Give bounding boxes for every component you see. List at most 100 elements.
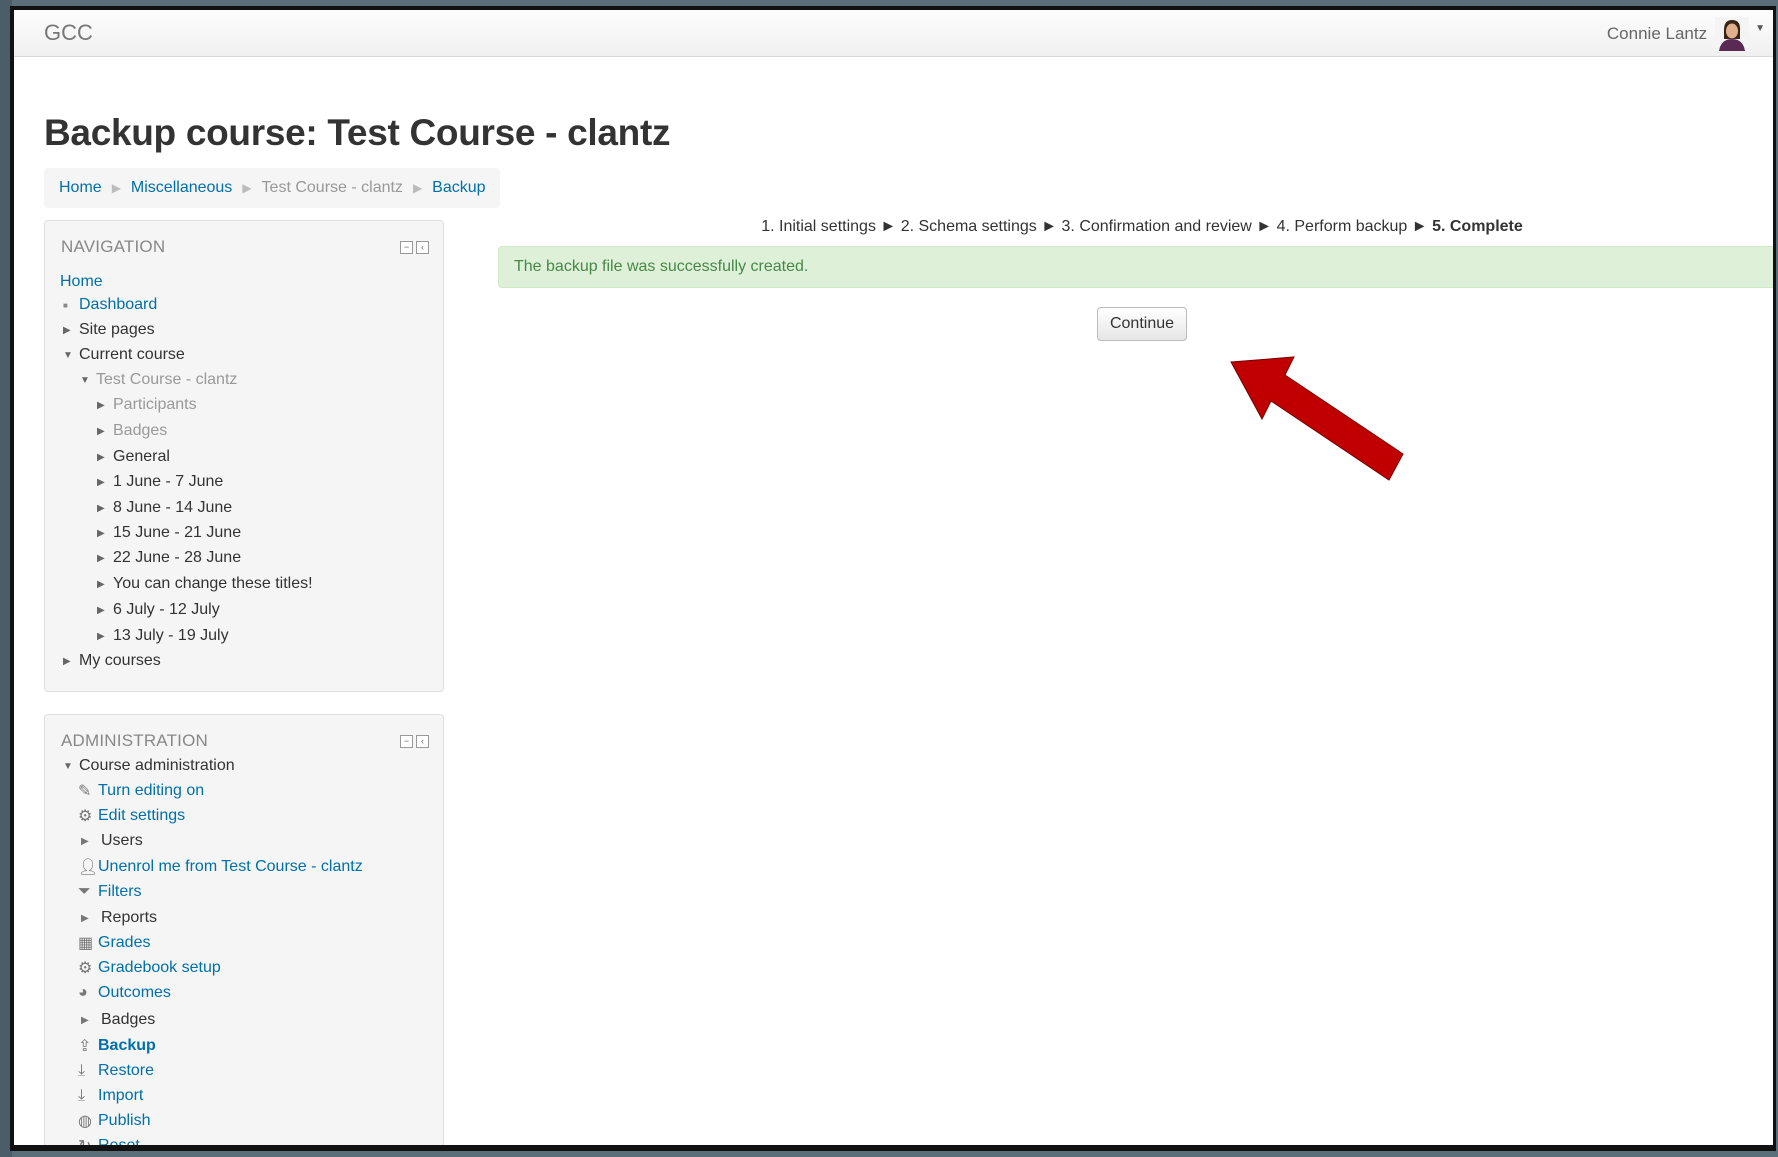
nav-item-label[interactable]: General [113,448,170,466]
expand-icon[interactable]: ▶ [97,528,113,539]
expand-icon[interactable]: ▶ [97,631,113,642]
admin-item-edit-settings[interactable]: ⚙ Edit settings [78,805,185,827]
admin-item-badges[interactable]: ▶ Badges [81,1009,155,1031]
admin-item-restore[interactable]: ⤓ Restore [78,1060,154,1082]
admin-item-label[interactable]: Badges [101,1011,155,1029]
chevron-down-icon[interactable]: ▼ [1755,23,1765,34]
admin-item-label[interactable]: Unenrol me from Test Course - clantz [98,858,363,876]
nav-item-week[interactable]: ▶ You can change these titles! [97,573,313,595]
admin-item-import[interactable]: ⤓ Import [78,1085,143,1107]
nav-item-badges[interactable]: ▶ Badges [97,420,167,442]
nav-item-my-courses[interactable]: ▶ My courses [63,650,161,672]
nav-item-current-course[interactable]: ▼ Current course [63,344,185,366]
admin-item-label[interactable]: Backup [98,1037,156,1055]
dock-icon[interactable]: ‹ [416,241,429,254]
nav-item-dashboard[interactable]: ■ Dashboard [63,294,157,316]
expand-icon[interactable]: ▶ [81,836,101,847]
admin-item-label[interactable]: Filters [98,883,142,901]
expand-icon[interactable]: ▶ [81,1015,101,1026]
admin-item-turn-editing[interactable]: ✎ Turn editing on [78,780,204,802]
nav-item-label[interactable]: 22 June - 28 June [113,549,241,567]
admin-item-label[interactable]: Outcomes [98,984,171,1002]
expand-icon[interactable]: ▶ [97,426,113,437]
avatar[interactable] [1715,17,1750,51]
admin-item-reports[interactable]: ▶ Reports [81,907,157,929]
collapse-tree-icon[interactable]: ▼ [63,350,79,361]
breadcrumb-course[interactable]: Test Course - clantz [262,179,403,197]
nav-item-label[interactable]: Test Course - clantz [96,371,237,389]
admin-item-label[interactable]: Publish [98,1112,150,1130]
admin-item-label[interactable]: Reports [101,909,157,927]
nav-item-week[interactable]: ▶ 13 July - 19 July [97,625,229,647]
breadcrumb-home[interactable]: Home [59,179,102,197]
expand-icon[interactable]: ▶ [97,400,113,411]
expand-icon[interactable]: ▶ [63,325,79,336]
admin-item-filters[interactable]: ⏷ Filters [78,881,142,903]
nav-item-label[interactable]: 1 June - 7 June [113,473,223,491]
nav-item-week[interactable]: ▶ 8 June - 14 June [97,497,232,519]
nav-item-label[interactable]: Site pages [79,321,155,339]
nav-item-label[interactable]: Dashboard [79,296,157,314]
nav-item-participants[interactable]: ▶ Participants [97,394,197,416]
nav-item-week[interactable]: ▶ 6 July - 12 July [97,599,220,621]
nav-item-week[interactable]: ▶ 15 June - 21 June [97,522,241,544]
nav-item-label[interactable]: My courses [79,652,161,670]
block-controls: − ‹ [400,241,429,254]
expand-icon[interactable]: ▶ [97,477,113,488]
admin-item-label[interactable]: Course administration [79,757,235,775]
nav-item-label[interactable]: Badges [113,422,167,440]
admin-item-publish[interactable]: ◍ Publish [78,1110,150,1132]
admin-item-label[interactable]: Restore [98,1062,154,1080]
admin-item-users[interactable]: ▶ Users [81,830,143,852]
gear-icon: ⚙ [78,808,93,825]
nav-item-label[interactable]: 15 June - 21 June [113,524,241,542]
expand-icon[interactable]: ▶ [81,913,101,924]
admin-item-backup[interactable]: ⇪ Backup [78,1035,156,1057]
admin-item-gradebook-setup[interactable]: ⚙ Gradebook setup [78,957,221,979]
user-name[interactable]: Connie Lantz [1607,24,1707,44]
nav-item-general[interactable]: ▶ General [97,446,170,468]
admin-item-label[interactable]: Reset [98,1137,140,1145]
site-brand[interactable]: GCC [44,20,93,46]
admin-item-label[interactable]: Users [101,832,143,850]
collapse-tree-icon[interactable]: ▼ [80,375,96,386]
nav-item-home[interactable]: Home [60,271,103,293]
admin-item-grades[interactable]: ▦ Grades [78,932,150,954]
nav-item-week[interactable]: ▶ 22 June - 28 June [97,547,241,569]
nav-item-label[interactable]: You can change these titles! [113,575,313,593]
nav-item-site-pages[interactable]: ▶ Site pages [63,319,155,341]
expand-icon[interactable]: ▶ [97,579,113,590]
admin-item-reset[interactable]: ↻ Reset [78,1135,140,1145]
admin-item-label[interactable]: Gradebook setup [98,959,221,977]
nav-item-label[interactable]: 6 July - 12 July [113,601,220,619]
admin-item-label[interactable]: Import [98,1087,143,1105]
dock-icon[interactable]: ‹ [416,735,429,748]
collapse-tree-icon[interactable]: ▼ [63,761,79,772]
expand-icon[interactable]: ▶ [97,452,113,463]
expand-icon[interactable]: ▶ [97,553,113,564]
collapse-icon[interactable]: − [400,241,413,254]
nav-item-course[interactable]: ▼ Test Course - clantz [80,369,237,391]
admin-item-label[interactable]: Edit settings [98,807,185,825]
expand-icon[interactable]: ▶ [97,605,113,616]
step-separator-icon: ► [1041,218,1058,235]
user-menu[interactable]: Connie Lantz ▼ [1607,16,1765,52]
continue-button[interactable]: Continue [1097,307,1187,341]
nav-item-label[interactable]: Current course [79,346,185,364]
breadcrumb-current[interactable]: Backup [432,179,485,197]
nav-item-week[interactable]: ▶ 1 June - 7 June [97,471,223,493]
admin-item-label[interactable]: Turn editing on [98,782,204,800]
admin-item-course-administration[interactable]: ▼ Course administration [63,755,235,777]
nav-item-label[interactable]: 13 July - 19 July [113,627,229,645]
admin-item-outcomes[interactable]: ◕ Outcomes [78,982,171,1004]
collapse-icon[interactable]: − [400,735,413,748]
expand-icon[interactable]: ▶ [63,656,79,667]
nav-item-label[interactable]: 8 June - 14 June [113,499,232,517]
breadcrumb-category[interactable]: Miscellaneous [131,179,232,197]
gear-icon: ⚙ [78,960,93,977]
nav-item-label[interactable]: Participants [113,396,197,414]
expand-icon[interactable]: ▶ [97,503,113,514]
nav-item-label[interactable]: Home [60,273,103,291]
admin-item-label[interactable]: Grades [98,934,150,952]
admin-item-unenrol[interactable]: 👤︎ Unenrol me from Test Course - clantz [78,856,363,878]
